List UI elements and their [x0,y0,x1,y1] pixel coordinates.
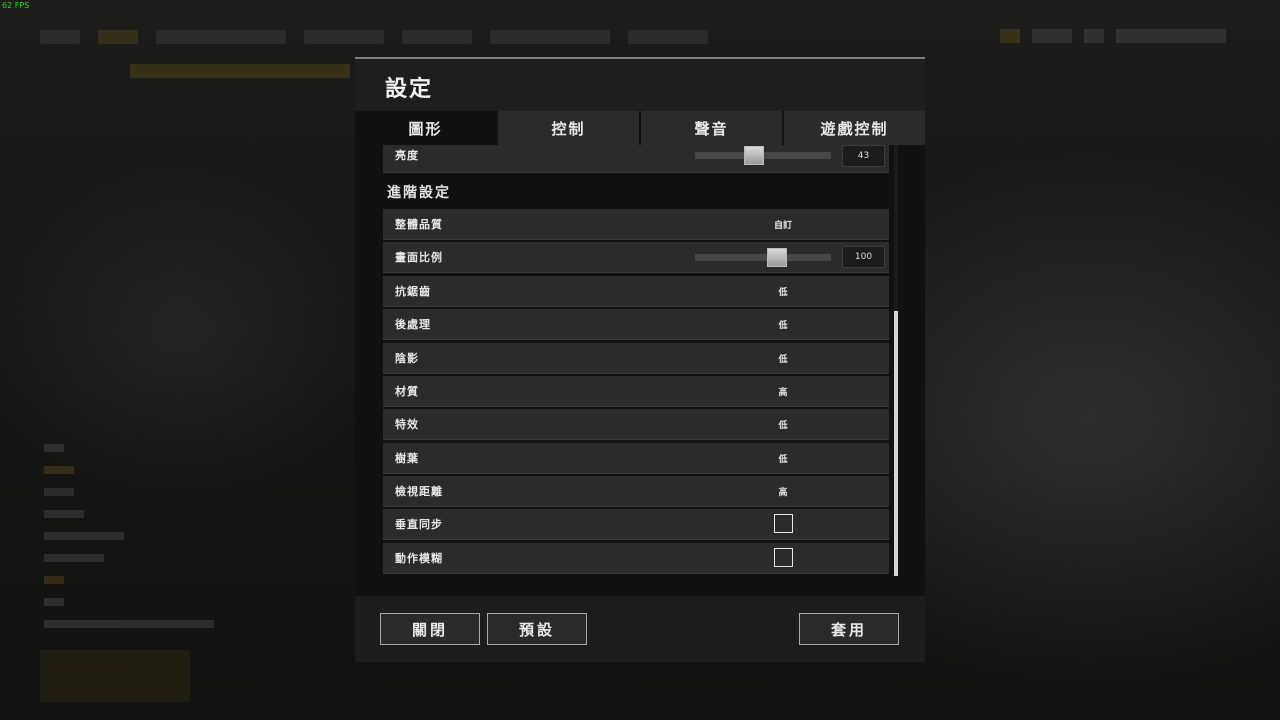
setting-row-anti-aliasing[interactable]: 抗鋸齒 低 [383,276,889,307]
setting-value[interactable]: 低 [713,318,853,331]
motion-blur-checkbox[interactable] [774,548,793,567]
brightness-slider-thumb[interactable] [744,146,764,165]
tab-graphics[interactable]: 圖形 [355,111,496,145]
setting-label: 陰影 [395,352,419,365]
setting-label: 亮度 [395,149,419,162]
settings-scrollbar[interactable] [894,145,898,576]
setting-label: 樹葉 [395,452,419,465]
settings-dialog: 設定 圖形 控制 聲音 遊戲控制 亮度 43 進階設定 整體品質 自訂 畫面比例… [355,57,925,662]
settings-content: 亮度 43 進階設定 整體品質 自訂 畫面比例 100 抗鋸齒 低 後處理 低 [355,145,925,596]
default-button[interactable]: 預設 [487,613,587,645]
dialog-header: 設定 [355,59,925,111]
setting-label: 動作模糊 [395,552,443,565]
setting-value[interactable]: 低 [713,285,853,298]
dialog-title: 設定 [385,77,434,102]
section-title-advanced: 進階設定 [387,185,451,201]
setting-value[interactable]: 高 [713,385,853,398]
brightness-slider[interactable] [695,146,831,165]
setting-row-overall-quality[interactable]: 整體品質 自訂 [383,209,889,240]
close-button[interactable]: 關閉 [380,613,480,645]
setting-value[interactable]: 高 [713,485,853,498]
setting-row-effects[interactable]: 特效 低 [383,409,889,440]
setting-row-brightness: 亮度 43 [383,145,889,173]
setting-label: 垂直同步 [395,518,443,531]
setting-label: 畫面比例 [395,251,443,264]
apply-button[interactable]: 套用 [799,613,899,645]
setting-row-motion-blur: 動作模糊 [383,543,889,574]
setting-row-shadows[interactable]: 陰影 低 [383,343,889,374]
setting-label: 特效 [395,418,419,431]
setting-label: 後處理 [395,318,431,331]
background-subnav-blurred [130,64,350,78]
setting-label: 整體品質 [395,218,443,231]
background-menu-blurred [44,430,224,642]
setting-row-vsync: 垂直同步 [383,509,889,540]
tab-gameplay[interactable]: 遊戲控制 [784,111,925,145]
vsync-checkbox[interactable] [774,514,793,533]
screen-scale-value-box[interactable]: 100 [842,246,885,268]
tab-controls[interactable]: 控制 [498,111,639,145]
setting-label: 抗鋸齒 [395,285,431,298]
screen-scale-slider-thumb[interactable] [767,248,787,267]
brightness-value-box[interactable]: 43 [842,145,885,167]
setting-row-textures[interactable]: 材質 高 [383,376,889,407]
setting-value[interactable]: 低 [713,452,853,465]
fps-counter: 62 FPS [2,1,30,10]
setting-label: 檢視距離 [395,485,443,498]
dialog-footer: 關閉 預設 套用 [355,596,925,662]
setting-value[interactable]: 低 [713,352,853,365]
setting-label: 材質 [395,385,419,398]
setting-value[interactable]: 低 [713,418,853,431]
setting-row-post-processing[interactable]: 後處理 低 [383,309,889,340]
tab-audio[interactable]: 聲音 [641,111,782,145]
background-start-blurred [40,650,190,702]
setting-row-screen-scale: 畫面比例 100 [383,242,889,273]
setting-row-foliage[interactable]: 樹葉 低 [383,443,889,474]
settings-tabs: 圖形 控制 聲音 遊戲控制 [355,111,925,145]
background-topright-blurred [1000,28,1240,48]
background-nav-blurred [40,22,840,52]
setting-value[interactable]: 自訂 [713,218,853,231]
screen-scale-slider[interactable] [695,248,831,267]
setting-row-view-distance[interactable]: 檢視距離 高 [383,476,889,507]
settings-scrollbar-thumb[interactable] [894,311,898,576]
